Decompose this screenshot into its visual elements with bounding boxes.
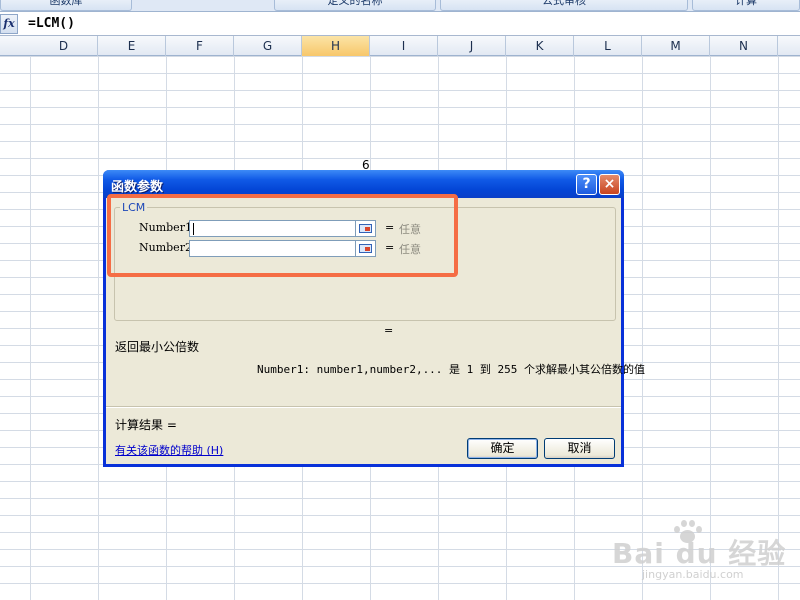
- ribbon-strip: 函数库 定义的名称 公式审核 计算: [0, 0, 800, 12]
- baidu-watermark: Bai du 经验 jingyan.baidu.com: [612, 520, 792, 590]
- calculation-result: 计算结果 =: [115, 418, 177, 432]
- watermark-brand: Bai du 经验: [612, 537, 787, 570]
- close-icon[interactable]: ×: [599, 174, 620, 195]
- column-header-e[interactable]: E: [98, 36, 166, 56]
- insert-function-button[interactable]: fx: [0, 14, 18, 34]
- column-header-i[interactable]: I: [370, 36, 438, 56]
- column-header-m[interactable]: M: [642, 36, 710, 56]
- annotation-highlight-box: [107, 194, 458, 277]
- ribbon-function-library-button[interactable]: 函数库: [0, 0, 132, 11]
- ok-button[interactable]: 确定: [467, 438, 538, 459]
- function-description: 返回最小公倍数: [115, 340, 200, 354]
- formula-result-equals: =: [384, 324, 394, 337]
- column-header-l[interactable]: L: [574, 36, 642, 56]
- cancel-button[interactable]: 取消: [544, 438, 615, 459]
- ribbon-formula-auditing-button[interactable]: 公式审核: [440, 0, 688, 11]
- column-header-k[interactable]: K: [506, 36, 574, 56]
- column-header-d[interactable]: D: [30, 36, 98, 56]
- column-header-j[interactable]: J: [438, 36, 506, 56]
- formula-bar: fx =LCM(): [0, 12, 800, 36]
- column-header-f[interactable]: F: [166, 36, 234, 56]
- watermark-url: jingyan.baidu.com: [642, 568, 744, 581]
- dialog-title: 函数参数: [111, 180, 164, 195]
- formula-input[interactable]: =LCM(): [28, 16, 75, 31]
- divider: [106, 406, 621, 408]
- column-header-g[interactable]: G: [234, 36, 302, 56]
- ribbon-calculation-button[interactable]: 计算: [692, 0, 800, 11]
- ribbon-defined-names-button[interactable]: 定义的名称: [274, 0, 436, 11]
- column-header-h[interactable]: H: [302, 36, 370, 56]
- column-headers: D E F G H I J K L M N: [0, 36, 800, 56]
- function-help-link[interactable]: 有关该函数的帮助 (H): [115, 442, 223, 458]
- argument-description: Number1: number1,number2,... 是 1 到 255 个…: [257, 363, 646, 376]
- column-header-n[interactable]: N: [710, 36, 778, 56]
- help-icon[interactable]: ?: [576, 174, 597, 195]
